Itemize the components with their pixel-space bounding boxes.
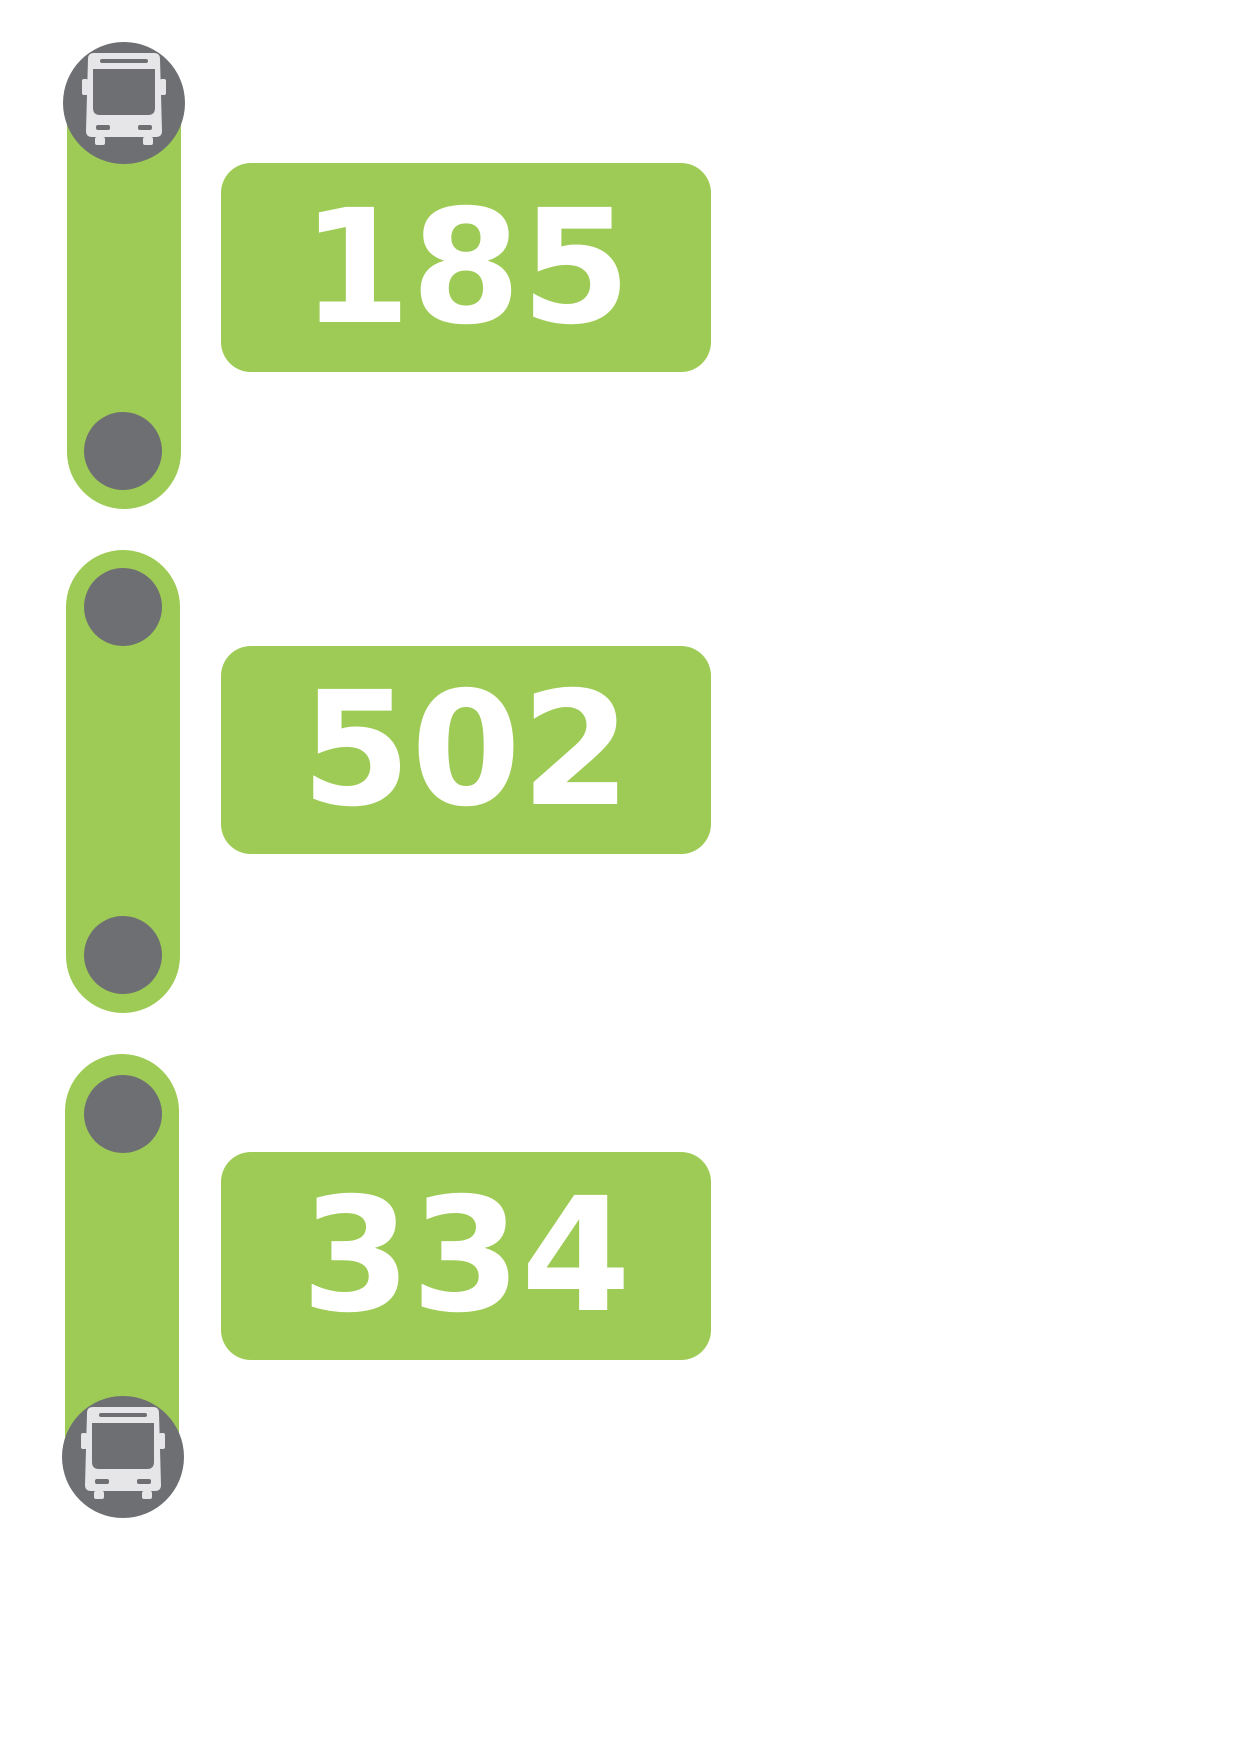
route-number: 502 [301, 658, 631, 842]
route-segment-334: 334 [62, 1054, 711, 1518]
route-number: 185 [301, 176, 631, 360]
stop-dot [84, 916, 162, 994]
route-number-badge: 502 [221, 646, 711, 854]
bus-icon [62, 1396, 184, 1518]
route-number-badge: 334 [221, 1152, 711, 1360]
stop-dot [84, 412, 162, 490]
route-number: 334 [301, 1164, 631, 1348]
stop-dot [84, 568, 162, 646]
route-segment-502: 502 [66, 550, 711, 1013]
route-segment-185: 185 [63, 42, 711, 509]
route-number-badge: 185 [221, 163, 711, 372]
bus-route-diagram: 185 502 334 [62, 42, 711, 1518]
stop-dot [84, 1075, 162, 1153]
bus-icon [63, 42, 185, 164]
